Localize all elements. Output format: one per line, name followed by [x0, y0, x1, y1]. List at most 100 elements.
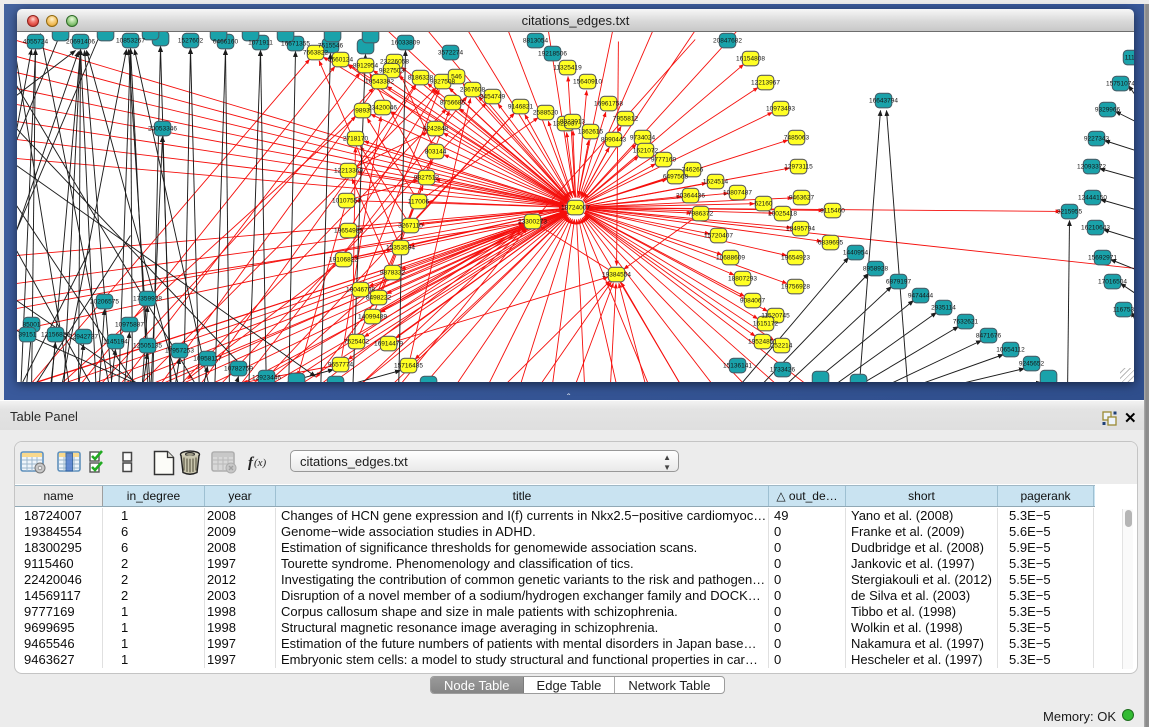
svg-text:7515546: 7515546: [318, 43, 344, 50]
svg-text:9734024: 9734024: [630, 135, 656, 142]
svg-text:10853267: 10853267: [116, 38, 145, 45]
svg-text:16210643: 16210643: [1081, 225, 1110, 232]
svg-text:2718170: 2718170: [343, 136, 369, 143]
svg-text:546: 546: [451, 74, 462, 81]
svg-text:20691406: 20691406: [66, 39, 95, 46]
svg-text:8498222: 8498222: [366, 295, 392, 302]
svg-text:8756685: 8756685: [440, 100, 466, 107]
svg-text:19756928: 19756928: [781, 284, 810, 291]
svg-text:18807293: 18807293: [728, 276, 757, 283]
svg-text:39151: 39151: [18, 332, 36, 339]
svg-text:19218506: 19218506: [538, 51, 567, 58]
svg-text:9893: 9893: [355, 108, 370, 115]
svg-text:9245652: 9245652: [1019, 361, 1045, 368]
svg-text:9463627: 9463627: [789, 195, 815, 202]
svg-text:16643794: 16643794: [869, 98, 898, 105]
svg-text:12444150: 12444150: [1078, 195, 1107, 202]
svg-text:19106822: 19106822: [329, 257, 358, 264]
svg-text:10975887: 10975887: [115, 322, 144, 329]
svg-text:10543382: 10543382: [365, 79, 394, 86]
svg-text:1615172: 1615172: [753, 321, 779, 328]
svg-text:2935114: 2935114: [931, 305, 956, 312]
svg-text:16671355: 16671355: [281, 41, 310, 48]
svg-text:62160: 62160: [754, 201, 772, 208]
svg-text:116753: 116753: [1113, 307, 1134, 314]
svg-text:12213967: 12213967: [751, 80, 780, 87]
svg-text:9242848: 9242848: [423, 126, 449, 133]
svg-text:15640910: 15640910: [573, 79, 602, 86]
svg-text:9878332: 9878332: [380, 270, 406, 277]
svg-text:746266: 746266: [682, 167, 704, 174]
svg-text:16914479: 16914479: [374, 341, 403, 348]
svg-text:9777169: 9777169: [651, 157, 677, 164]
svg-text:15136141: 15136141: [723, 363, 752, 370]
svg-text:20053346: 20053346: [148, 126, 177, 133]
svg-text:1624514: 1624514: [703, 179, 729, 186]
svg-text:19654923: 19654923: [781, 255, 810, 262]
svg-text:12213369: 12213369: [334, 168, 363, 175]
svg-text:1733426: 1733426: [770, 367, 796, 374]
svg-text:19384554: 19384554: [602, 272, 631, 279]
svg-text:15751074: 15751074: [1106, 81, 1134, 88]
svg-text:1117: 1117: [1125, 55, 1134, 62]
svg-text:8912954: 8912954: [353, 63, 379, 70]
svg-text:20364436: 20364436: [676, 193, 705, 200]
svg-text:3267110: 3267110: [398, 223, 423, 230]
svg-text:1362615: 1362615: [578, 129, 604, 136]
svg-text:2588520: 2588520: [533, 110, 559, 117]
svg-text:10973493: 10973493: [766, 106, 795, 113]
svg-text:803144: 803144: [425, 149, 447, 156]
svg-text:9146821: 9146821: [508, 104, 534, 111]
svg-text:7625402: 7625402: [344, 339, 370, 346]
svg-text:10654112: 10654112: [996, 347, 1025, 354]
svg-text:8958928: 8958928: [863, 266, 889, 273]
svg-text:3572274: 3572274: [438, 50, 464, 57]
svg-text:252214: 252214: [771, 343, 793, 350]
svg-text:12942737: 12942737: [69, 334, 98, 341]
svg-text:10025418: 10025418: [768, 211, 797, 218]
svg-text:18495794: 18495794: [786, 226, 815, 233]
svg-text:15720407: 15720407: [704, 233, 733, 240]
svg-text:8322013: 8322013: [560, 119, 586, 126]
svg-text:9660124: 9660124: [328, 57, 354, 64]
svg-text:23420046: 23420046: [368, 105, 397, 112]
svg-text:1145194: 1145194: [103, 339, 128, 346]
svg-text:1440954: 1440954: [843, 250, 869, 257]
svg-text:12973115: 12973115: [784, 164, 813, 171]
svg-text:12093372: 12093372: [1077, 164, 1106, 171]
svg-text:7485063: 7485063: [784, 135, 810, 142]
svg-text:23226058: 23226058: [380, 59, 409, 66]
svg-text:23300273: 23300273: [518, 219, 547, 226]
svg-text:15716485: 15716485: [394, 363, 423, 370]
svg-text:20206575: 20206575: [90, 299, 119, 306]
svg-text:17359938: 17359938: [133, 296, 162, 303]
svg-text:9474444: 9474444: [908, 293, 934, 300]
svg-text:7955812: 7955812: [613, 116, 639, 123]
svg-text:11325419: 11325419: [553, 65, 582, 72]
svg-text:6497568: 6497568: [663, 174, 689, 181]
svg-text:7632621: 7632621: [953, 319, 979, 326]
svg-text:9657774: 9657774: [328, 362, 354, 369]
svg-text:1527602: 1527602: [178, 38, 204, 45]
svg-text:11520745: 11520745: [761, 313, 790, 320]
svg-text:9115460: 9115460: [820, 208, 845, 215]
svg-text:6879197: 6879197: [886, 279, 912, 286]
svg-text:3215955: 3215955: [1057, 209, 1083, 216]
svg-text:(x): (x): [254, 457, 267, 469]
svg-text:10958117: 10958117: [193, 356, 222, 363]
svg-text:9827503: 9827503: [379, 68, 405, 75]
svg-text:16033809: 16033809: [391, 40, 420, 47]
svg-text:6839695: 6839695: [818, 240, 844, 247]
svg-text:10688609: 10688609: [716, 255, 745, 262]
svg-text:17957253: 17957253: [165, 348, 194, 355]
svg-text:9084067: 9084067: [740, 298, 766, 305]
svg-text:15692971: 15692971: [1088, 255, 1117, 262]
svg-text:19654985: 19654985: [334, 228, 363, 235]
svg-text:8471676: 8471676: [976, 333, 1002, 340]
svg-text:14099489: 14099489: [358, 314, 387, 321]
svg-text:10046708: 10046708: [346, 287, 375, 294]
svg-text:4055724: 4055724: [23, 39, 49, 46]
svg-text:7663822: 7663822: [303, 50, 329, 57]
svg-text:16154808: 16154808: [736, 56, 765, 63]
svg-text:10782759: 10782759: [224, 366, 253, 373]
